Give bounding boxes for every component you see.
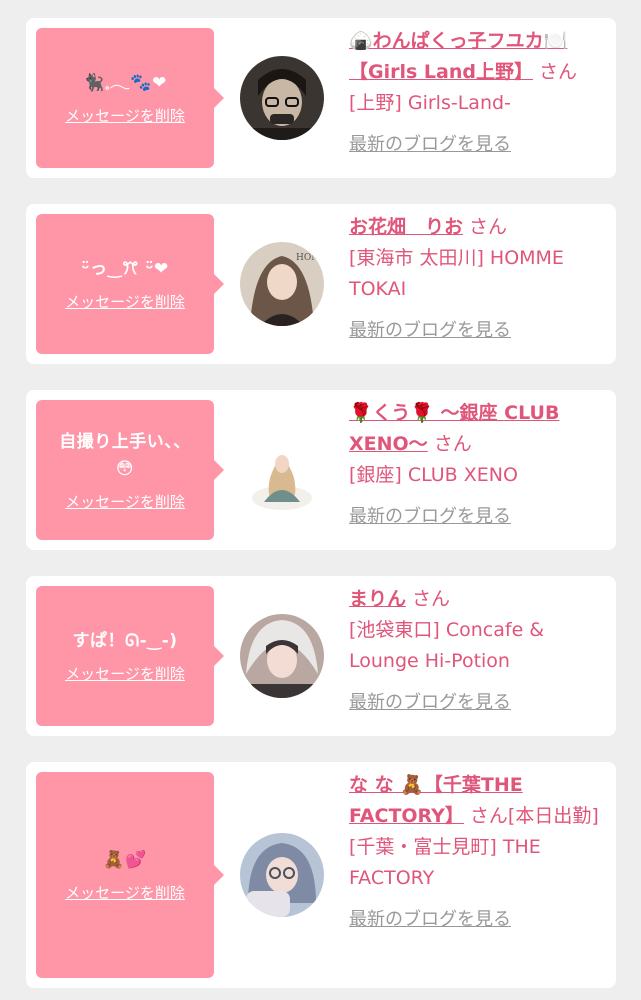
message-text: 🐈‍⬛𓈒𓂃🐾❤︎ (83, 73, 167, 93)
shop-label: [銀座] CLUB XENO (349, 464, 518, 486)
svg-text:HOMM: HOMM (296, 253, 324, 263)
avatar-photo (240, 56, 324, 140)
avatar-photo (250, 438, 314, 510)
avatar[interactable] (240, 614, 324, 698)
avatar-photo: HOMM (240, 242, 324, 326)
latest-blog-link[interactable]: 最新のブログを見る (349, 129, 609, 160)
avatar[interactable]: HOMM (240, 242, 324, 326)
avatar[interactable] (250, 438, 314, 510)
latest-blog-link[interactable]: 最新のブログを見る (349, 687, 609, 718)
message-card: 🧸💕 メッセージを削除 な な 🧸【千葉THE FACTORY】 さん[本日出勤]… (26, 762, 616, 988)
honorific: さん (538, 61, 577, 83)
honorific: さん (412, 588, 451, 610)
cast-name-link[interactable]: お花畑 りお (349, 216, 463, 238)
message-text: すぱ！ᘏ-‿-) (72, 631, 178, 651)
delete-message-link[interactable]: メッセージを削除 (65, 105, 185, 126)
message-bubble: 🧸💕 メッセージを削除 (36, 772, 224, 978)
shop-label: [千葉・富士見町] THE FACTORY (349, 836, 541, 889)
delete-message-link[interactable]: メッセージを削除 (65, 291, 185, 312)
message-bubble: 🐈‍⬛𓈒𓂃🐾❤︎ メッセージを削除 (36, 28, 224, 168)
shop-label: [池袋東口] Concafe & Lounge Hi-Potion (349, 619, 545, 672)
honorific: さん (469, 216, 508, 238)
shop-label: [東海市 太田川] HOMME TOKAI (349, 247, 564, 300)
entry-info: お花畑 りお さん [東海市 太田川] HOMME TOKAI 最新のブログを見る (349, 212, 609, 346)
entry-info: 🍙わんぱくっ子フユカ🍽️【Girls Land上野】 さん [上野] Girls-… (349, 26, 609, 160)
message-card: 🐈‍⬛𓈒𓂃🐾❤︎ メッセージを削除 🍙わんぱくっ子フユカ🍽️【Girls Lan… (26, 18, 616, 178)
delete-message-link[interactable]: メッセージを削除 (65, 491, 185, 512)
message-card: 自撮り上手い、、😳 メッセージを削除 🌹くう🌹 〜銀座 CLUB XENO〜 さん… (26, 390, 616, 550)
delete-message-link[interactable]: メッセージを削除 (65, 663, 185, 684)
cast-name-link[interactable]: まりん (349, 588, 406, 610)
latest-blog-link[interactable]: 最新のブログを見る (349, 315, 609, 346)
message-bubble: 自撮り上手い、、😳 メッセージを削除 (36, 400, 224, 540)
message-text: ᵕ̈っ‿ꔫ ᵕ̈❤︎ (81, 259, 169, 279)
message-text: 自撮り上手い、、😳 (59, 431, 191, 479)
delete-message-link[interactable]: メッセージを削除 (65, 882, 185, 903)
avatar-photo (240, 833, 324, 917)
entry-info: 🌹くう🌹 〜銀座 CLUB XENO〜 さん [銀座] CLUB XENO 最新の… (349, 398, 609, 532)
honorific: さん (433, 433, 472, 455)
message-bubble: すぱ！ᘏ-‿-) メッセージを削除 (36, 586, 224, 726)
message-text: 🧸💕 (103, 850, 147, 870)
latest-blog-link[interactable]: 最新のブログを見る (349, 904, 617, 935)
entry-info: まりん さん [池袋東口] Concafe & Lounge Hi-Potion … (349, 584, 609, 718)
entry-info: な な 🧸【千葉THE FACTORY】 さん[本日出勤] [千葉・富士見町] T… (349, 770, 617, 935)
shop-label: [上野] Girls-Land- (349, 92, 511, 114)
message-card: すぱ！ᘏ-‿-) メッセージを削除 まりん さん [池袋東口] Concafe &… (26, 576, 616, 736)
avatar[interactable] (240, 56, 324, 140)
cast-name-link[interactable]: 🍙わんぱくっ子フユカ🍽️【Girls Land上野】 (349, 30, 567, 83)
message-card: ᵕ̈っ‿ꔫ ᵕ̈❤︎ メッセージを削除 HOMM お花畑 りおさん [東海市 太… (26, 204, 616, 364)
latest-blog-link[interactable]: 最新のブログを見る (349, 501, 609, 532)
avatar[interactable] (240, 833, 324, 917)
avatar-photo (240, 614, 324, 698)
message-bubble: ᵕ̈っ‿ꔫ ᵕ̈❤︎ メッセージを削除 (36, 214, 224, 354)
honorific: さん[本日出勤] (469, 805, 599, 827)
